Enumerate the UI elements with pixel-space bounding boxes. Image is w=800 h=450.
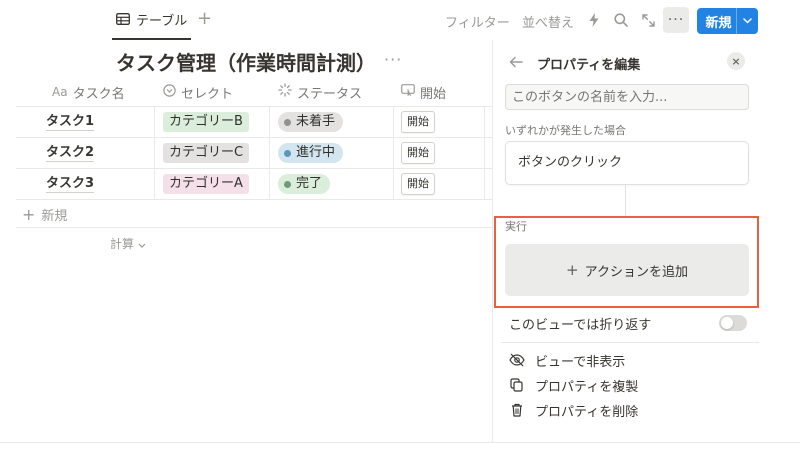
status-label: 完了	[296, 176, 323, 191]
add-action-button[interactable]: + アクションを追加	[505, 244, 749, 296]
button-icon	[401, 84, 415, 100]
wrap-toggle[interactable]	[719, 315, 747, 331]
category-tag: カテゴリーC	[163, 143, 250, 163]
column-header-label: タスク名	[72, 86, 125, 102]
start-button[interactable]: 開始	[401, 173, 435, 195]
status-dot	[284, 118, 291, 126]
status-cell[interactable]: 進行中	[278, 138, 344, 168]
divider	[16, 227, 492, 228]
edit-property-panel: プロパティを編集 × いずれかが発生した場合 ボタンのクリック 実行 + アクシ…	[492, 40, 800, 442]
status-cell[interactable]: 完了	[278, 169, 331, 199]
menu-item-label: プロパティを複製	[535, 379, 639, 395]
status-badge: 未着手	[278, 112, 344, 132]
toggle-knob	[721, 317, 733, 329]
select-icon	[163, 83, 176, 101]
column-header-name[interactable]: Aa タスク名	[52, 77, 125, 107]
eye-slash-icon	[509, 353, 525, 367]
column-header-label: ステータス	[297, 86, 363, 102]
add-action-label: アクションを追加	[584, 264, 688, 280]
view-tab-label: テーブル	[136, 13, 188, 29]
start-cell: 開始	[401, 107, 435, 137]
column-header-start[interactable]: 開始	[401, 77, 446, 107]
task-name: タスク1	[46, 113, 95, 131]
new-row-label: 新規	[41, 209, 68, 224]
close-icon[interactable]: ×	[727, 52, 745, 70]
status-label: 進行中	[296, 145, 336, 160]
wrap-setting-row: このビューでは折り返す	[509, 312, 747, 334]
column-header-status[interactable]: ステータス	[278, 77, 362, 107]
text-property-icon: Aa	[52, 85, 68, 99]
task-name: タスク3	[46, 175, 95, 193]
sort-button[interactable]: 並べ替え	[522, 12, 574, 31]
view-tab-table[interactable]: テーブル	[112, 0, 192, 40]
expand-icon[interactable]	[639, 11, 657, 29]
select-cell[interactable]: カテゴリーC	[163, 138, 250, 168]
task-name: タスク2	[46, 144, 95, 162]
panel-title: プロパティを編集	[537, 58, 641, 73]
search-icon[interactable]	[612, 11, 630, 29]
task-name-cell[interactable]: タスク3	[46, 169, 95, 199]
select-cell[interactable]: カテゴリーA	[163, 169, 249, 199]
table-header: Aa タスク名 セレクト ステータス 開始	[16, 77, 492, 107]
panel-header: プロパティを編集 ×	[493, 40, 800, 84]
chevron-down-icon	[138, 237, 146, 251]
add-view-button[interactable]: +	[197, 9, 212, 29]
new-button-label: 新規	[705, 15, 732, 31]
flow-connector	[625, 185, 626, 217]
column-header-select[interactable]: セレクト	[163, 77, 233, 107]
status-dot	[284, 149, 291, 157]
menu-item-label: プロパティを削除	[535, 404, 639, 420]
task-name-cell[interactable]: タスク2	[46, 138, 95, 168]
status-dot	[284, 180, 291, 188]
lightning-icon[interactable]	[585, 11, 603, 29]
table-icon	[116, 13, 130, 25]
trigger-card[interactable]: ボタンのクリック	[505, 141, 749, 185]
hide-in-view-item[interactable]: ビューで非表示	[509, 348, 749, 372]
category-tag: カテゴリーA	[163, 174, 249, 194]
duplicate-icon	[509, 378, 525, 392]
database-toolbar: テーブル + フィルター 並べ替え ··· 新規	[0, 0, 800, 40]
title-more-icon[interactable]: ···	[384, 50, 402, 69]
database-title[interactable]: タスク管理（作業時間計測）	[116, 47, 376, 76]
chevron-down-icon[interactable]	[737, 18, 758, 24]
divider	[501, 342, 759, 343]
menu-item-label: ビューで非表示	[535, 354, 626, 370]
duplicate-property-item[interactable]: プロパティを複製	[509, 373, 749, 397]
status-label: 未着手	[296, 114, 336, 129]
start-button[interactable]: 開始	[401, 111, 435, 133]
new-row-button[interactable]: + 新規	[22, 205, 67, 224]
filter-button[interactable]: フィルター	[445, 12, 510, 31]
table-row[interactable]: タスク1 カテゴリーB 未着手 開始	[16, 107, 492, 138]
delete-property-item[interactable]: プロパティを削除	[509, 398, 749, 422]
trash-icon	[509, 403, 525, 417]
status-badge: 進行中	[278, 143, 344, 163]
start-cell: 開始	[401, 138, 435, 168]
back-arrow-icon[interactable]	[509, 53, 523, 72]
start-cell: 開始	[401, 169, 435, 199]
calc-label: 計算	[110, 237, 135, 251]
trigger-section-label: いずれかが発生した場合	[505, 124, 626, 137]
wrap-label: このビューでは折り返す	[509, 317, 652, 333]
column-header-label: セレクト	[181, 86, 234, 102]
table-row[interactable]: タスク2 カテゴリーC 進行中 開始	[16, 138, 492, 169]
button-name-input[interactable]	[505, 84, 749, 110]
plus-icon: +	[566, 261, 579, 279]
plus-icon: +	[22, 205, 36, 224]
action-section-label: 実行	[505, 220, 527, 233]
new-button[interactable]: 新規	[697, 8, 758, 34]
select-cell[interactable]: カテゴリーB	[163, 107, 249, 137]
table-row[interactable]: タスク3 カテゴリーA 完了 開始	[16, 169, 492, 200]
more-icon[interactable]: ···	[663, 7, 689, 33]
calculate-button[interactable]: 計算	[110, 235, 146, 252]
status-cell[interactable]: 未着手	[278, 107, 344, 137]
status-icon	[278, 83, 292, 101]
start-button[interactable]: 開始	[401, 142, 435, 164]
column-header-label: 開始	[420, 86, 447, 102]
category-tag: カテゴリーB	[163, 112, 249, 132]
divider	[0, 442, 800, 443]
task-name-cell[interactable]: タスク1	[46, 107, 95, 137]
status-badge: 完了	[278, 174, 331, 194]
